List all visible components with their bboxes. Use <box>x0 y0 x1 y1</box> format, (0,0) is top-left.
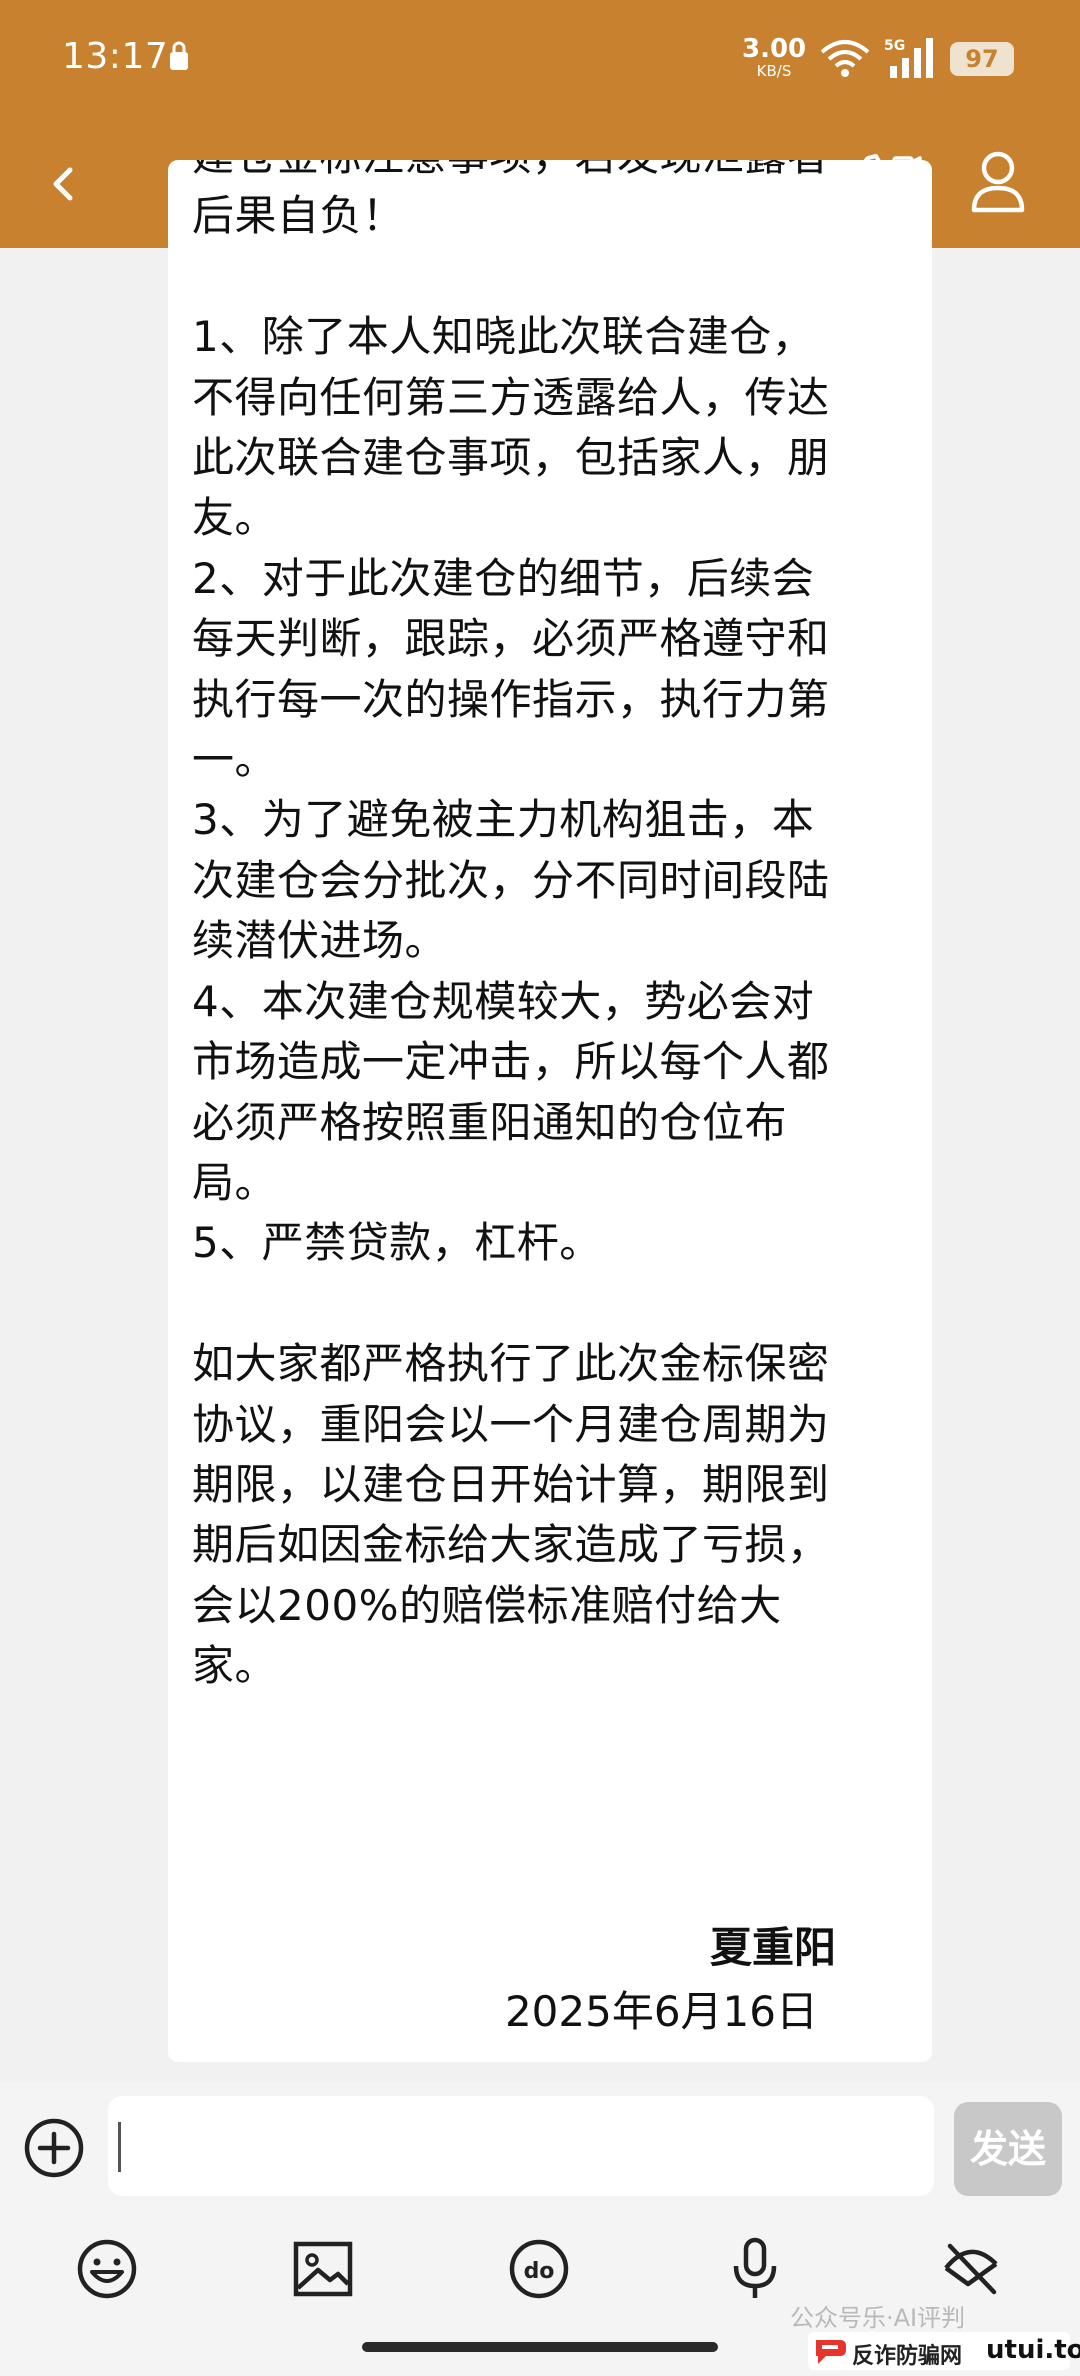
message-bubble: 建仓金标注意事项，若发现泄露者 后果自负！ 1、除了本人知晓此次联合建仓， 不得… <box>168 160 932 2062</box>
profile-icon[interactable] <box>968 148 1028 214</box>
watermark-badge-site: utui.top <box>986 2335 1080 2365</box>
red-packet-icon: do <box>509 2239 569 2299</box>
signature-date: 2025年6月16日 <box>504 1987 818 2036</box>
watermark-badge-label: 反诈防骗网 <box>852 2344 963 2369</box>
svg-text:do: do <box>524 2259 555 2284</box>
signal-icon: 5G <box>884 38 933 78</box>
status-time: 13:17 <box>62 36 169 77</box>
text-caret <box>118 2122 121 2172</box>
emoji-button[interactable] <box>72 2234 142 2304</box>
plus-icon[interactable] <box>22 2116 86 2180</box>
voice-button[interactable] <box>720 2234 790 2304</box>
send-button[interactable]: 发送 <box>954 2102 1062 2196</box>
message-text: 建仓金标注意事项，若发现泄露者 后果自负！ 1、除了本人知晓此次联合建仓， 不得… <box>192 160 830 1691</box>
lock-icon <box>170 41 188 70</box>
wifi-icon <box>820 40 870 77</box>
network-type: 5G <box>884 38 905 54</box>
network-speed-unit: KB/S <box>756 62 792 80</box>
site-logo-icon <box>816 2340 846 2364</box>
network-speed-value: 3.00 <box>742 34 807 64</box>
signature-name: 夏重阳 <box>709 1923 836 1972</box>
watermark-badge: 反诈防骗网 utui.top <box>808 2332 1080 2370</box>
home-indicator[interactable] <box>362 2342 718 2352</box>
red-packet-button[interactable]: do <box>504 2234 574 2304</box>
dismiss-icon <box>944 2243 998 2295</box>
message-input[interactable] <box>108 2096 934 2196</box>
watermark-text: 公众号乐·AI评判 <box>790 2304 966 2332</box>
emoji-icon <box>77 2239 137 2299</box>
more-button[interactable] <box>936 2234 1006 2304</box>
image-icon <box>293 2241 353 2297</box>
image-button[interactable] <box>288 2234 358 2304</box>
microphone-icon <box>733 2237 777 2298</box>
battery-level: 97 <box>950 42 1014 76</box>
network-speed: 3.00 KB/S <box>742 36 806 79</box>
